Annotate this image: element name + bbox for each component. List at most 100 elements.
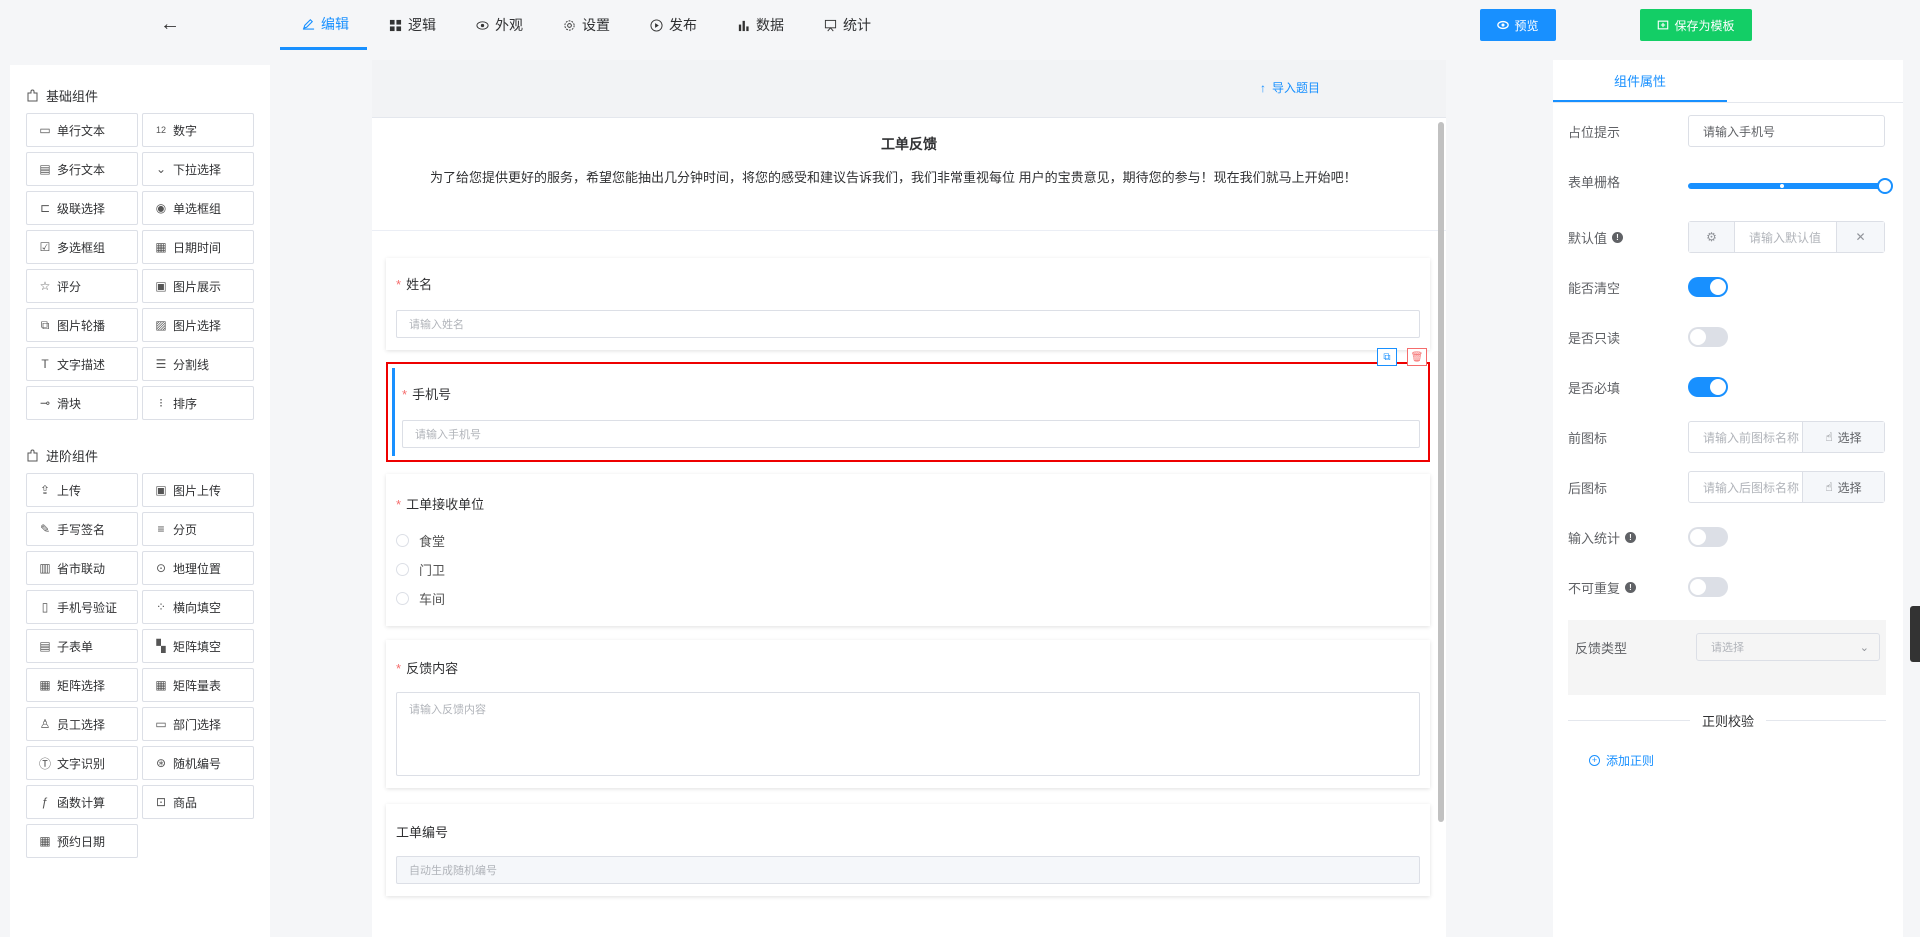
unique-switch[interactable] [1688,577,1728,597]
prefix-icon-input[interactable]: 请输入前图标名称 ☝ 选择 [1688,421,1885,453]
canvas-scrollbar[interactable] [1438,122,1444,822]
component-radio-group[interactable]: ◉ 单选框组 [142,191,254,225]
name-input[interactable]: 请输入姓名 [396,310,1420,338]
readonly-switch[interactable] [1688,327,1728,347]
component-single-text[interactable]: ▭ 单行文本 [26,113,138,147]
preview-button[interactable]: 预览 [1480,9,1556,41]
tab-data-label: 数据 [756,17,784,33]
default-value-input[interactable]: ⚙ 请输入默认值 ✕ [1688,221,1885,253]
default-value-field[interactable]: 请输入默认值 [1735,222,1836,252]
radio-circle-icon [396,592,409,605]
copy-field-button[interactable]: ⧉ [1377,348,1397,366]
tab-edit[interactable]: 编辑 [280,0,367,50]
component-employee-select[interactable]: ♙ 员工选择 [26,707,138,741]
component-ocr[interactable]: Ⓣ 文字识别 [26,746,138,780]
radio-option[interactable]: 门卫 [396,560,445,579]
component-province-city[interactable]: ▥ 省市联动 [26,551,138,585]
component-divider[interactable]: ☰ 分割线 [142,347,254,381]
radio-option[interactable]: 食堂 [396,531,445,550]
tab-logic[interactable]: 逻辑 [367,0,454,50]
component-matrix-scale[interactable]: ▦ 矩阵量表 [142,668,254,702]
component-slider[interactable]: ⊸ 滑块 [26,386,138,420]
component-dropdown[interactable]: ⌄ 下拉选择 [142,152,254,186]
placeholder-input[interactable]: 请输入手机号 [1688,115,1885,147]
component-datetime[interactable]: ▦ 日期时间 [142,230,254,264]
add-regex-button[interactable]: + 添加正则 [1589,752,1654,769]
grid-slider[interactable] [1688,178,1893,194]
form-title[interactable]: 工单反馈 [372,134,1446,154]
import-questions-button[interactable]: ↑ 导入题目 [1260,79,1320,96]
feedback-type-select[interactable]: 请选择 ⌄ [1696,633,1880,661]
field-feedback[interactable]: * 反馈内容 请输入反馈内容 [386,640,1430,788]
component-subform[interactable]: ▤ 子表单 [26,629,138,663]
suffix-icon-field[interactable]: 请输入后图标名称 [1689,472,1802,502]
component-function-calc[interactable]: ƒ 函数计算 [26,785,138,819]
tab-appearance[interactable]: 外观 [454,0,541,50]
slider-icon: ⊸ [39,396,51,410]
suffix-icon-input[interactable]: 请输入后图标名称 ☝ 选择 [1688,471,1885,503]
component-image-upload[interactable]: ▣ 图片上传 [142,473,254,507]
radio-label: 车间 [419,592,446,607]
component-sort[interactable]: ⁝ 排序 [142,386,254,420]
component-image-carousel[interactable]: ⧉ 图片轮播 [26,308,138,342]
component-department-select[interactable]: ▭ 部门选择 [142,707,254,741]
clearable-switch[interactable] [1688,277,1728,297]
component-rating[interactable]: ☆ 评分 [26,269,138,303]
component-location[interactable]: ⊙ 地理位置 [142,551,254,585]
pen-icon: ✎ [39,522,51,536]
feedback-textarea[interactable]: 请输入反馈内容 [396,692,1420,776]
component-pagination[interactable]: ≡ 分页 [142,512,254,546]
component-checkbox-group[interactable]: ☑ 多选框组 [26,230,138,264]
prefix-choose-button[interactable]: ☝ 选择 [1802,422,1884,452]
input-count-switch[interactable] [1688,527,1728,547]
ticket-number-input: 自动生成随机编号 [396,856,1420,884]
component-upload[interactable]: ⇪ 上传 [26,473,138,507]
info-icon[interactable]: ! [1625,582,1637,593]
radio-option[interactable]: 车间 [396,589,445,608]
field-phone-selected[interactable]: * 手机号 请输入手机号 ⧉ 🗑 [386,348,1430,462]
component-product[interactable]: ⊡ 商品 [142,785,254,819]
tab-stats[interactable]: 统计 [802,0,889,50]
component-image-display[interactable]: ▣ 图片展示 [142,269,254,303]
info-icon[interactable]: ! [1625,532,1637,543]
prefix-icon-field[interactable]: 请输入前图标名称 [1689,422,1802,452]
basic-components-label: 基础组件 [46,89,99,104]
component-label: 员工选择 [57,717,106,732]
tab-component-properties[interactable]: 组件属性 [1553,60,1727,102]
component-text-description[interactable]: T 文字描述 [26,347,138,381]
component-cascader[interactable]: ⊏ 级联选择 [26,191,138,225]
save-as-template-button[interactable]: 保存为模板 [1640,9,1752,41]
component-phone-verify[interactable]: ▯ 手机号验证 [26,590,138,624]
component-horizontal-fill[interactable]: ⁘ 横向填空 [142,590,254,624]
field-ticket-number[interactable]: 工单编号 自动生成随机编号 [386,804,1430,896]
component-matrix-fill[interactable]: ▚ 矩阵填空 [142,629,254,663]
component-random-number[interactable]: ⊛ 随机编号 [142,746,254,780]
delete-field-button[interactable]: 🗑 [1407,348,1427,366]
info-icon[interactable]: ! [1612,232,1624,243]
back-arrow-icon[interactable]: ← [160,12,180,36]
component-image-select[interactable]: ▨ 图片选择 [142,308,254,342]
component-label: 排序 [173,396,198,411]
field-unit[interactable]: * 工单接收单位 食堂 门卫 车间 [386,474,1430,626]
phone-input[interactable]: 请输入手机号 [402,420,1420,448]
tab-settings[interactable]: 设置 [541,0,628,50]
component-label: 手机号验证 [57,600,118,615]
clear-default-button[interactable]: ✕ [1836,222,1884,252]
slider-midpoint [1780,184,1784,188]
tab-publish[interactable]: 发布 [628,0,715,50]
component-number[interactable]: 12 数字 [142,113,254,147]
component-label: 矩阵量表 [173,678,222,693]
suffix-choose-button[interactable]: ☝ 选择 [1802,472,1884,502]
default-settings-button[interactable]: ⚙ [1689,222,1735,252]
field-name[interactable]: * 姓名 请输入姓名 [386,258,1430,350]
tab-data[interactable]: 数据 [715,0,802,50]
side-widget-handle[interactable] [1910,606,1920,662]
carousel-icon: ⧉ [40,317,50,332]
slider-handle[interactable] [1877,178,1893,194]
form-description[interactable]: 为了给您提供更好的服务，希望您能抽出几分钟时间，将您的感受和建议告诉我们，我们非… [430,168,1400,188]
required-switch[interactable] [1688,377,1728,397]
component-signature[interactable]: ✎ 手写签名 [26,512,138,546]
component-appointment-date[interactable]: ▦ 预约日期 [26,824,138,858]
component-multi-text[interactable]: ▤ 多行文本 [26,152,138,186]
component-matrix-select[interactable]: ▦ 矩阵选择 [26,668,138,702]
